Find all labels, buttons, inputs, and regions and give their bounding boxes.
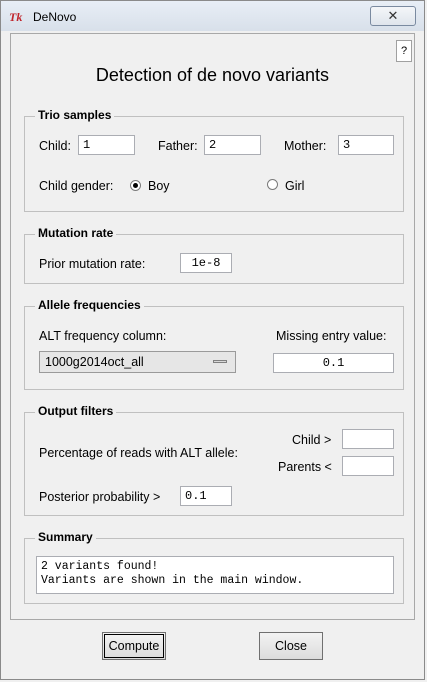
boy-radio[interactable] (130, 180, 141, 191)
window-title: DeNovo (33, 10, 77, 24)
child-gender-label: Child gender: (39, 179, 114, 193)
menu-indicator-icon (213, 360, 227, 363)
mother-label: Mother: (284, 139, 327, 153)
mutation-rate-legend: Mutation rate (35, 226, 117, 240)
father-label: Father: (158, 139, 198, 153)
title-bar: Tk DeNovo ✕ (1, 1, 424, 31)
summary-legend: Summary (35, 530, 96, 544)
child-input[interactable]: 1 (78, 135, 135, 155)
denovo-window: Tk DeNovo ✕ ? Detection of de novo varia… (0, 0, 425, 680)
child-label: Child: (39, 139, 71, 153)
child-threshold-input[interactable] (342, 429, 394, 449)
page-title: Detection of de novo variants (95, 65, 330, 85)
posterior-probability-label: Posterior probability > (39, 490, 161, 504)
close-button[interactable]: Close (259, 632, 323, 660)
alt-frequency-column-label: ALT frequency column: (39, 329, 167, 343)
dialog-body: ? Detection of de novo variants Trio sam… (10, 33, 415, 620)
prior-mutation-rate-input[interactable]: 1e-8 (180, 253, 232, 273)
prior-mutation-rate-label: Prior mutation rate: (39, 257, 146, 271)
girl-label[interactable]: Girl (285, 179, 304, 193)
missing-entry-label: Missing entry value: (276, 329, 387, 343)
mother-input[interactable]: 3 (338, 135, 394, 155)
mutation-rate-group: Mutation rate Prior mutation rate: 1e-8 (24, 226, 404, 284)
girl-radio[interactable] (267, 179, 278, 190)
summary-line-1: 2 variants found! (41, 560, 159, 573)
output-filters-group: Output filters Percentage of reads with … (24, 404, 404, 516)
radio-selected-dot (133, 183, 138, 188)
summary-group: Summary 2 variants found! Variants are sh… (24, 530, 404, 604)
father-input[interactable]: 2 (204, 135, 261, 155)
boy-label[interactable]: Boy (148, 179, 170, 193)
window-close-button[interactable]: ✕ (370, 6, 416, 26)
alt-frequency-column-menu[interactable]: 1000g2014oct_all (39, 351, 236, 373)
tk-feather-icon: Tk (9, 10, 23, 24)
allele-frequencies-group: Allele frequencies ALT frequency column:… (24, 298, 404, 390)
output-filters-legend: Output filters (35, 404, 117, 418)
close-icon: ✕ (387, 8, 399, 23)
child-threshold-label: Child > (292, 433, 332, 447)
summary-line-2: Variants are shown in the main window. (41, 574, 304, 587)
trio-samples-group: Trio samples Child: 1 Father: 2 Mother: … (24, 108, 404, 212)
trio-samples-legend: Trio samples (35, 108, 115, 122)
posterior-probability-input[interactable]: 0.1 (180, 486, 232, 506)
summary-text: 2 variants found! Variants are shown in t… (36, 556, 394, 594)
parents-threshold-input[interactable] (342, 456, 394, 476)
alt-reads-percentage-label: Percentage of reads with ALT allele: (39, 446, 238, 460)
parents-threshold-label: Parents < (278, 460, 332, 474)
allele-frequencies-legend: Allele frequencies (35, 298, 144, 312)
missing-entry-input[interactable]: 0.1 (273, 353, 394, 373)
alt-frequency-column-value: 1000g2014oct_all (45, 355, 144, 369)
compute-button[interactable]: Compute (102, 632, 166, 660)
help-button[interactable]: ? (396, 40, 412, 62)
